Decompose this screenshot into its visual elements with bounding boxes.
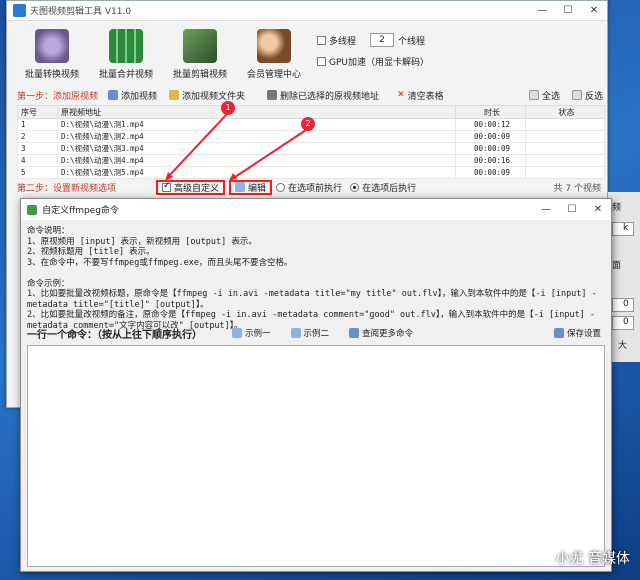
command-list-title: 一行一个命令：（按从上往下顺序执行） [27, 329, 202, 341]
document-icon [232, 328, 242, 338]
search-doc-icon [349, 328, 360, 338]
more-commands-button[interactable]: 查阅更多命令 [349, 327, 413, 339]
right-label-2: 面 [612, 261, 622, 271]
dialog-minimize-button[interactable]: — [533, 204, 559, 215]
main-right-panel: 频 k 面 0 0 大 [608, 192, 640, 362]
right-label-3: 大 [618, 341, 628, 351]
save-settings-button[interactable]: 保存设置 [553, 327, 601, 339]
custom-ffmpeg-dialog: 自定义ffmpeg命令 — ☐ ✕ 命令说明： 1、原视频用 [input] 表… [20, 198, 612, 572]
save-icon [553, 328, 564, 338]
right-label-1: 频 [612, 203, 622, 213]
command-bar: 一行一个命令：（按从上往下顺序执行） 示例一 示例二 查阅更多命令 保存设置 [27, 325, 605, 341]
dialog-title: 自定义ffmpeg命令 [42, 206, 119, 216]
right-input-1[interactable]: k [612, 222, 634, 236]
command-instructions: 命令说明： 1、原视频用 [input] 表示，新视频用 [output] 表示… [27, 226, 597, 331]
save-settings-label: 保存设置 [566, 329, 601, 339]
example2-button[interactable]: 示例二 [290, 327, 330, 339]
document-icon [290, 328, 301, 338]
example1-label: 示例一 [245, 329, 271, 339]
more-commands-label: 查阅更多命令 [362, 329, 414, 339]
command-textarea[interactable] [27, 345, 605, 567]
callout-arrow-1 [166, 113, 228, 179]
callout-arrow-2 [231, 129, 307, 180]
dialog-titlebar: 自定义ffmpeg命令 — ☐ ✕ [21, 199, 611, 220]
dialog-close-button[interactable]: ✕ [585, 204, 611, 215]
watermark: 小尤 音媒体 [555, 551, 630, 567]
dialog-maximize-button[interactable]: ☐ [559, 204, 585, 215]
dialog-app-icon [27, 204, 37, 215]
example2-label: 示例二 [303, 329, 330, 339]
example1-button[interactable]: 示例一 [232, 327, 271, 339]
right-input-3[interactable]: 0 [612, 316, 634, 330]
callout-arrowhead-2 [229, 173, 237, 181]
right-input-2[interactable]: 0 [612, 298, 634, 312]
